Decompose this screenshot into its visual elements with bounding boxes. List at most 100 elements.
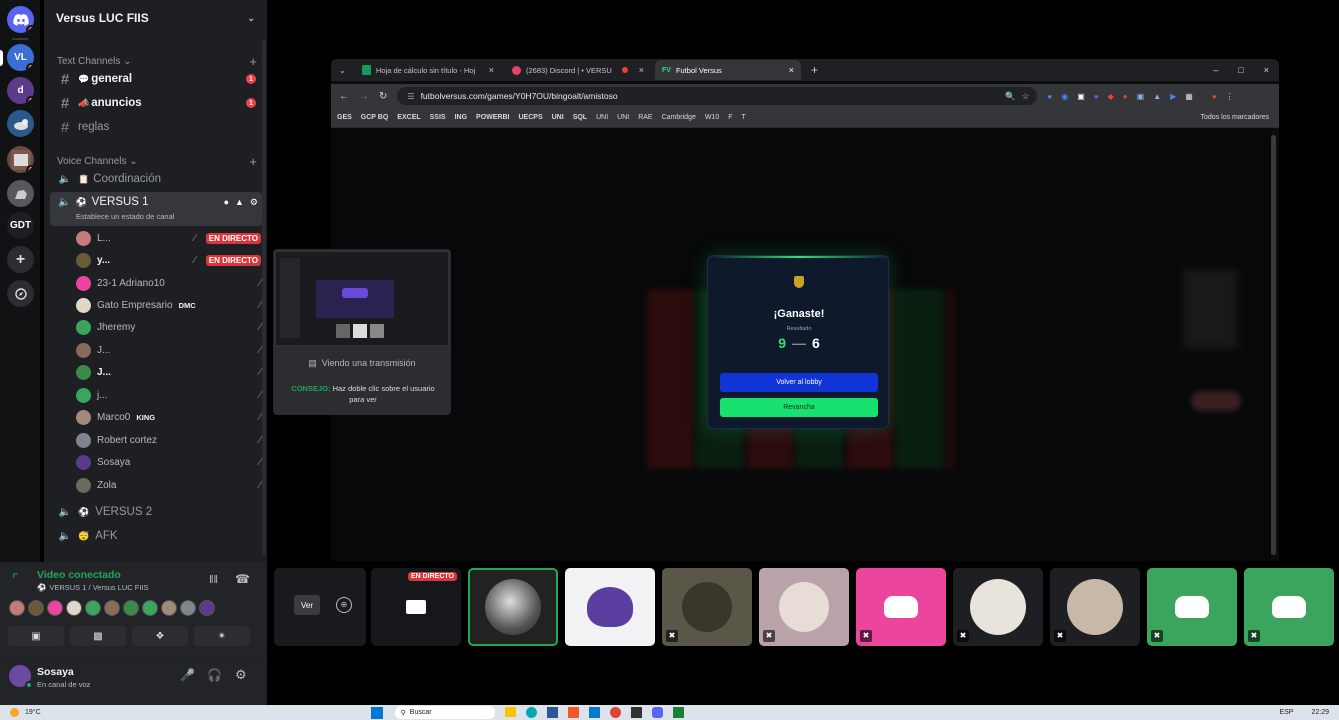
all-bookmarks-folder[interactable]: Todos los marcadores <box>1201 114 1269 121</box>
server-icon-5[interactable] <box>7 180 34 207</box>
extension-icon[interactable]: ◆ <box>1108 92 1114 101</box>
video-tile-speaking[interactable] <box>468 568 558 646</box>
share-screen-button[interactable]: ▩ <box>70 626 126 646</box>
voice-member[interactable]: Zola ∕ <box>76 474 261 496</box>
close-window-icon[interactable]: × <box>1264 65 1269 75</box>
voice-channel-coordinacion[interactable]: 🔈 📋 Coordinación <box>50 168 262 190</box>
file-explorer-icon[interactable] <box>504 707 516 717</box>
start-icon[interactable] <box>370 706 383 719</box>
voice-channel-afk[interactable]: 🔈 😴 AFK <box>50 525 262 547</box>
lang-indicator[interactable]: ESP <box>1279 709 1293 716</box>
reload-icon[interactable]: ↻ <box>379 91 387 102</box>
tab-sheets[interactable]: Hoja de cálculo sin título - Hoj × <box>355 60 501 80</box>
voice-member[interactable]: J... ∕ <box>76 339 261 361</box>
bookmark-item[interactable]: UNI <box>552 114 564 121</box>
extension-icon[interactable]: ● <box>1047 92 1052 101</box>
extension-icon[interactable]: ▣ <box>1077 92 1085 101</box>
profile-avatar-icon[interactable]: ● <box>1212 92 1217 101</box>
voice-channel-path[interactable]: VERSUS 1 / Versus LUC FIIS <box>49 583 148 592</box>
participant-avatar[interactable] <box>28 600 44 616</box>
bookmark-item[interactable]: SQL <box>573 114 587 121</box>
username[interactable]: Sosaya <box>37 666 74 678</box>
tab-futbol-versus[interactable]: FV Futbol Versus × <box>655 60 801 80</box>
explore-servers-button[interactable] <box>7 280 34 307</box>
voice-member[interactable]: y... ∕ EN DIRECTO <box>76 249 261 271</box>
voice-member[interactable]: Marco0 KING ∕ <box>76 406 261 428</box>
view-stream-button[interactable]: Ver <box>294 595 320 615</box>
microphone-icon[interactable]: 🎤 <box>180 668 195 682</box>
bookmark-item[interactable]: UNI <box>596 114 608 121</box>
menu-kebab-icon[interactable]: ⋮ <box>1226 92 1234 101</box>
close-tab-icon[interactable]: × <box>639 65 644 75</box>
close-tab-icon[interactable]: × <box>789 65 794 75</box>
video-tile-user[interactable]: ✖ <box>953 568 1043 646</box>
voice-member[interactable]: Jheremy ∕ <box>76 316 261 338</box>
server-icon-4[interactable]: 3 <box>7 146 34 173</box>
participant-avatar[interactable] <box>47 600 63 616</box>
participant-avatar[interactable] <box>161 600 177 616</box>
bookmark-item[interactable]: ING <box>455 114 467 121</box>
bookmark-item[interactable]: F <box>728 114 732 121</box>
participant-avatar[interactable] <box>9 600 25 616</box>
voice-channel-versus-2[interactable]: 🔈 ⚽ VERSUS 2 <box>50 501 262 523</box>
discord-icon[interactable] <box>651 707 663 718</box>
video-tile-user[interactable]: ✖ <box>856 568 946 646</box>
participant-avatar[interactable] <box>66 600 82 616</box>
voice-status[interactable]: Video conectado <box>37 569 121 581</box>
channel-reglas[interactable]: # reglas <box>50 116 262 138</box>
bookmark-item[interactable]: W10 <box>705 114 719 121</box>
text-channels-category[interactable]: Text Channels ⌄ + <box>57 54 257 69</box>
bookmark-item[interactable]: Cambridge <box>662 114 696 121</box>
invite-icon[interactable]: ▲ <box>235 197 244 208</box>
participant-avatar[interactable] <box>199 600 215 616</box>
extension-icon[interactable]: ▣ <box>1137 92 1145 101</box>
taskbar-search[interactable]: ⚲ Buscar <box>394 706 495 719</box>
clock[interactable]: 22:29 <box>1311 709 1329 716</box>
video-tile-user[interactable]: ✖ <box>1147 568 1237 646</box>
bookmark-item[interactable]: EXCEL <box>397 114 420 121</box>
rematch-button[interactable]: Revancha <box>720 398 878 417</box>
bookmark-item[interactable]: UECPS <box>519 114 543 121</box>
participant-avatar[interactable] <box>104 600 120 616</box>
extension-icon[interactable]: ▶ <box>1170 92 1176 101</box>
maximize-icon[interactable]: □ <box>1238 65 1243 75</box>
chat-icon[interactable]: ● <box>224 197 229 208</box>
bookmark-item[interactable]: UNI <box>617 114 629 121</box>
video-tile-user[interactable] <box>565 568 655 646</box>
edge-icon[interactable] <box>525 707 537 718</box>
server-icon-vl[interactable]: VL 2 <box>7 44 34 71</box>
voice-channel-versus-1[interactable]: 🔈 ⚽ VERSUS 1 ● ▲ ⚙ Establece un estado d… <box>50 192 262 226</box>
soundboard-button[interactable]: ✴ <box>194 626 250 646</box>
tab-search-icon[interactable]: ⌄ <box>339 66 351 75</box>
extension-icon[interactable]: ▲ <box>1153 92 1161 101</box>
video-tile-ver[interactable]: Ver ⊕ <box>274 568 366 646</box>
voice-member[interactable]: Sosaya ∕ <box>76 451 261 473</box>
zoom-icon[interactable]: 🔍 <box>1005 91 1016 102</box>
stream-preview-popup[interactable]: ▤ Viendo una transmisión CONSEJO: Haz do… <box>273 249 451 415</box>
forward-icon[interactable]: → <box>359 91 369 102</box>
bookmark-item[interactable]: RAE <box>638 114 652 121</box>
live-badge[interactable]: EN DIRECTO <box>205 232 261 244</box>
video-tile-user[interactable]: ✖ <box>662 568 752 646</box>
video-tile-user[interactable]: ✖ <box>1050 568 1140 646</box>
voice-member[interactable]: L... ∕ EN DIRECTO <box>76 227 261 249</box>
bookmark-item[interactable]: GES <box>337 114 352 121</box>
discord-home-button[interactable]: 1 <box>7 6 34 33</box>
server-icon-3[interactable] <box>7 110 34 137</box>
participant-avatar[interactable] <box>180 600 196 616</box>
voice-member[interactable]: Gato Empresario DMC ∕ <box>76 294 261 316</box>
app-icon[interactable] <box>672 707 684 718</box>
chrome-icon[interactable] <box>609 707 621 718</box>
user-settings-gear-icon[interactable]: ⚙ <box>235 667 247 683</box>
add-server-button[interactable]: + <box>7 246 34 273</box>
bookmark-item[interactable]: POWERBI <box>476 114 509 121</box>
channel-general[interactable]: # 💬 general 1 <box>50 68 262 90</box>
sidebar-scrollbar[interactable] <box>262 40 266 555</box>
bookmark-item[interactable]: T <box>742 114 746 121</box>
extension-icon[interactable]: ◉ <box>1061 92 1068 101</box>
headphones-icon[interactable]: 🎧 <box>207 668 222 682</box>
video-tile-live-stream[interactable]: EN DIRECTO <box>371 568 461 646</box>
close-tab-icon[interactable]: × <box>489 65 494 75</box>
disconnect-icon[interactable]: ☎ <box>235 572 250 586</box>
tab-discord[interactable]: (2683) Discord | • VERSU × <box>505 60 651 80</box>
